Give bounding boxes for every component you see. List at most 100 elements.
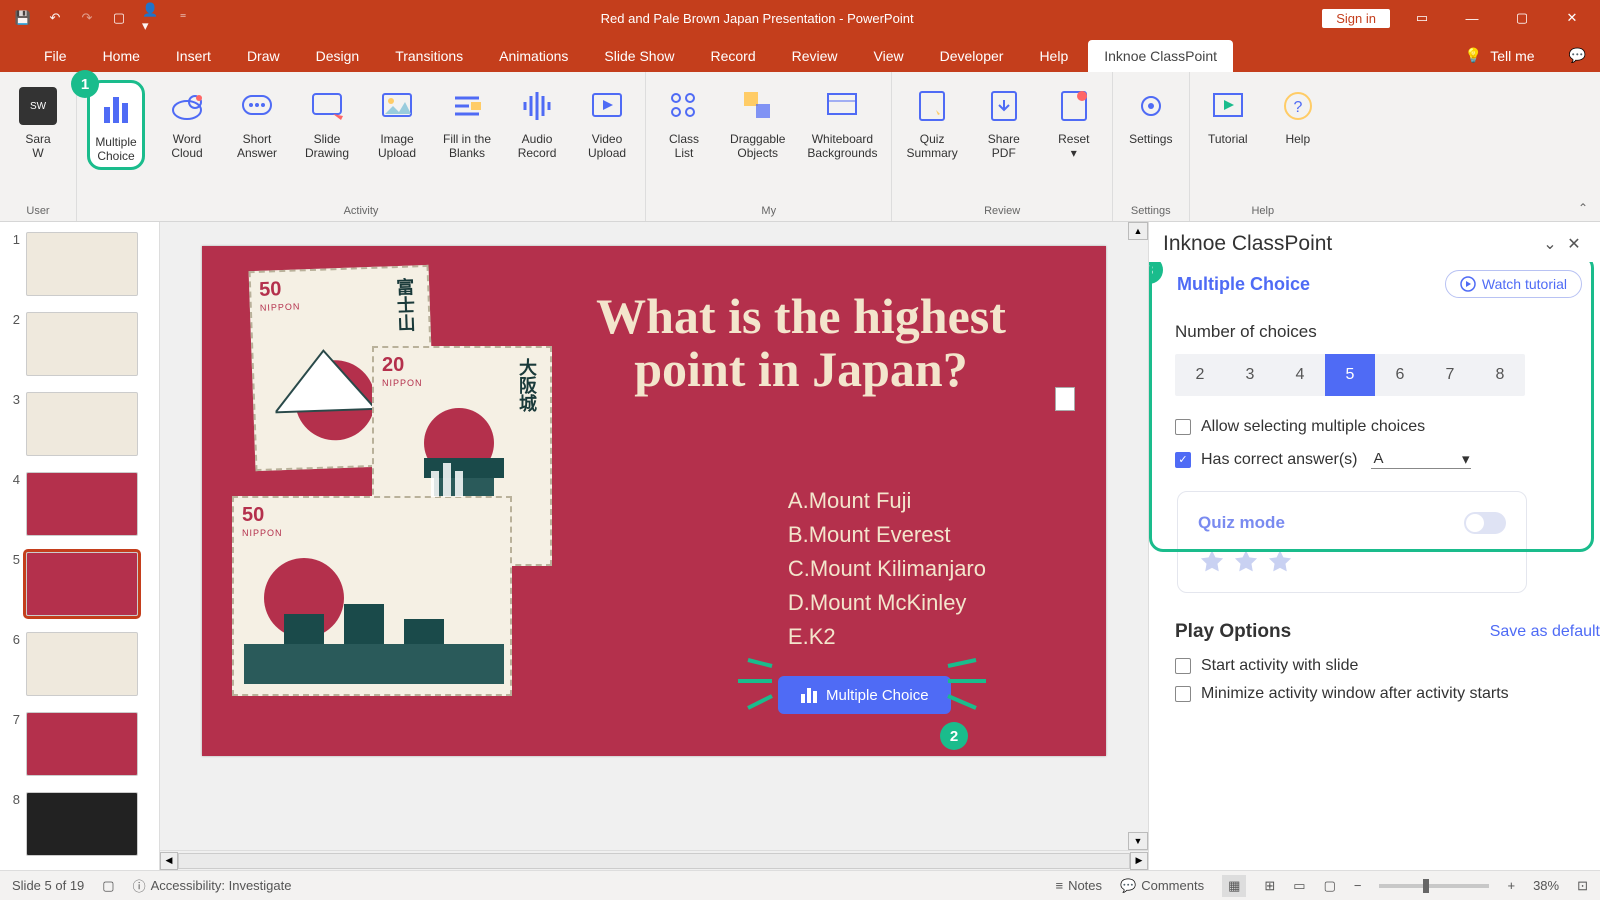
tab-view[interactable]: View	[858, 40, 920, 72]
stamp-1-nippon: NIPPON	[260, 301, 301, 312]
start-with-slide-checkbox[interactable]	[1175, 658, 1191, 674]
undo-icon[interactable]: ↶	[46, 9, 64, 27]
thumb-4[interactable]	[26, 472, 138, 536]
help-button[interactable]: ?Help	[1270, 80, 1326, 150]
tab-file[interactable]: File	[28, 40, 83, 72]
watch-tutorial-button[interactable]: Watch tutorial	[1445, 270, 1582, 298]
tab-review[interactable]: Review	[776, 40, 854, 72]
settings-button[interactable]: Settings	[1123, 80, 1179, 150]
view-normal-icon[interactable]: ▦	[1222, 875, 1246, 897]
chevron-down-icon: ▾	[1462, 450, 1470, 468]
short-answer-button[interactable]: Short Answer	[229, 80, 285, 164]
scroll-up-icon[interactable]: ▲	[1128, 222, 1148, 240]
slide[interactable]: 50 NIPPON 富士山 20 NIPPON 大阪城 50 NIPPON	[202, 246, 1106, 756]
draggable-objects-button[interactable]: Draggable Objects	[726, 80, 789, 164]
tab-draw[interactable]: Draw	[231, 40, 296, 72]
notes-toggle-icon[interactable]: ▢	[102, 878, 114, 894]
tab-slideshow[interactable]: Slide Show	[588, 40, 690, 72]
horizontal-scrollbar[interactable]: ◀ ▶	[160, 850, 1148, 870]
tab-help[interactable]: Help	[1023, 40, 1084, 72]
multiple-choice-button[interactable]: Multiple Choice	[87, 80, 145, 170]
qat-more-icon[interactable]: ⁼	[174, 9, 192, 27]
scroll-left-icon[interactable]: ◀	[160, 852, 178, 870]
tutorial-button[interactable]: Tutorial	[1200, 80, 1256, 150]
audio-record-button[interactable]: Audio Record	[509, 80, 565, 164]
view-slideshow-icon[interactable]: ▢	[1324, 878, 1336, 894]
save-icon[interactable]: 💾	[14, 9, 32, 27]
scroll-right-icon[interactable]: ▶	[1130, 852, 1148, 870]
quiz-summary-button[interactable]: Quiz Summary	[902, 80, 961, 164]
scroll-down-icon[interactable]: ▼	[1128, 832, 1148, 850]
share-pdf-button[interactable]: Share PDF	[976, 80, 1032, 164]
maximize-icon[interactable]: ▢	[1504, 10, 1540, 26]
tab-inknoe-classpoint[interactable]: Inknoe ClassPoint	[1088, 40, 1233, 72]
zoom-value[interactable]: 38%	[1533, 878, 1559, 893]
has-correct-checkbox[interactable]: ✓	[1175, 452, 1191, 468]
tab-developer[interactable]: Developer	[924, 40, 1020, 72]
minimize-window-checkbox[interactable]	[1175, 686, 1191, 702]
slide-counter[interactable]: Slide 5 of 19	[12, 878, 84, 893]
choice-2[interactable]: 2	[1175, 354, 1225, 396]
minimize-icon[interactable]: —	[1454, 11, 1490, 26]
zoom-out-icon[interactable]: −	[1354, 878, 1362, 893]
pane-dropdown-icon[interactable]: ⌄	[1538, 234, 1562, 254]
zoom-slider[interactable]	[1379, 884, 1489, 888]
ribbon-display-icon[interactable]: ▭	[1404, 10, 1440, 26]
correct-answer-select[interactable]: A ▾	[1371, 450, 1471, 469]
signin-button[interactable]: Sign in	[1322, 9, 1390, 28]
help-icon: ?	[1276, 84, 1320, 128]
thumb-1[interactable]	[26, 232, 138, 296]
tab-design[interactable]: Design	[300, 40, 376, 72]
whiteboard-bg-button[interactable]: Whiteboard Backgrounds	[803, 80, 881, 164]
thumb-7[interactable]	[26, 712, 138, 776]
view-reading-icon[interactable]: ▭	[1293, 878, 1305, 894]
tab-transitions[interactable]: Transitions	[379, 40, 479, 72]
quiz-mode-toggle[interactable]	[1464, 512, 1506, 534]
comments-icon[interactable]: 💬	[1555, 39, 1600, 72]
fit-window-icon[interactable]: ⊡	[1577, 878, 1588, 894]
tab-insert[interactable]: Insert	[160, 40, 227, 72]
word-cloud-button[interactable]: Word Cloud	[159, 80, 215, 164]
thumb-5[interactable]	[26, 552, 138, 616]
view-sorter-icon[interactable]: ⊞	[1264, 878, 1275, 894]
pane-close-icon[interactable]: ✕	[1562, 234, 1586, 254]
choice-5[interactable]: 5	[1325, 354, 1375, 396]
notes-button[interactable]: ≡Notes	[1055, 878, 1102, 893]
accessibility-status[interactable]: ⓘ Accessibility: Investigate	[133, 876, 292, 895]
settings-label: Settings	[1129, 132, 1172, 146]
tab-animations[interactable]: Animations	[483, 40, 584, 72]
choice-7[interactable]: 7	[1425, 354, 1475, 396]
slide-thumbnails[interactable]: 1 2 3 4 5 6 7 8 9	[0, 222, 160, 870]
textbox-handle[interactable]	[1055, 387, 1075, 411]
redo-icon[interactable]: ↷	[78, 9, 96, 27]
thumb-3[interactable]	[26, 392, 138, 456]
thumb-6[interactable]	[26, 632, 138, 696]
choice-6[interactable]: 6	[1375, 354, 1425, 396]
save-as-default-button[interactable]: Save as default	[1490, 623, 1600, 641]
collapse-ribbon-icon[interactable]: ⌃	[1578, 201, 1588, 215]
tab-record[interactable]: Record	[694, 40, 771, 72]
allow-multiple-checkbox[interactable]	[1175, 419, 1191, 435]
close-icon[interactable]: ✕	[1554, 10, 1590, 26]
choice-8[interactable]: 8	[1475, 354, 1525, 396]
choice-3[interactable]: 3	[1225, 354, 1275, 396]
tell-me[interactable]: 💡 Tell me	[1449, 39, 1551, 72]
video-upload-button[interactable]: Video Upload	[579, 80, 635, 164]
callout-badge-1: 1	[71, 70, 99, 98]
image-upload-button[interactable]: Image Upload	[369, 80, 425, 164]
slide-drawing-button[interactable]: Slide Drawing	[299, 80, 355, 164]
tab-home[interactable]: Home	[87, 40, 156, 72]
reset-button[interactable]: Reset ▾	[1046, 80, 1102, 164]
fill-blanks-button[interactable]: Fill in the Blanks	[439, 80, 495, 164]
touch-mode-icon[interactable]: 👤▾	[142, 9, 160, 27]
class-list-button[interactable]: Class List	[656, 80, 712, 164]
zoom-in-icon[interactable]: +	[1507, 878, 1515, 893]
present-icon[interactable]: ▢	[110, 9, 128, 27]
multiple-choice-pill[interactable]: Multiple Choice	[778, 676, 951, 714]
choice-4[interactable]: 4	[1275, 354, 1325, 396]
user-avatar-button[interactable]: SW Sara W	[10, 80, 66, 164]
thumb-2[interactable]	[26, 312, 138, 376]
thumb-8[interactable]	[26, 792, 138, 856]
vertical-scrollbar[interactable]: ▲ ▼	[1128, 222, 1148, 850]
comments-button[interactable]: 💬Comments	[1120, 878, 1204, 894]
